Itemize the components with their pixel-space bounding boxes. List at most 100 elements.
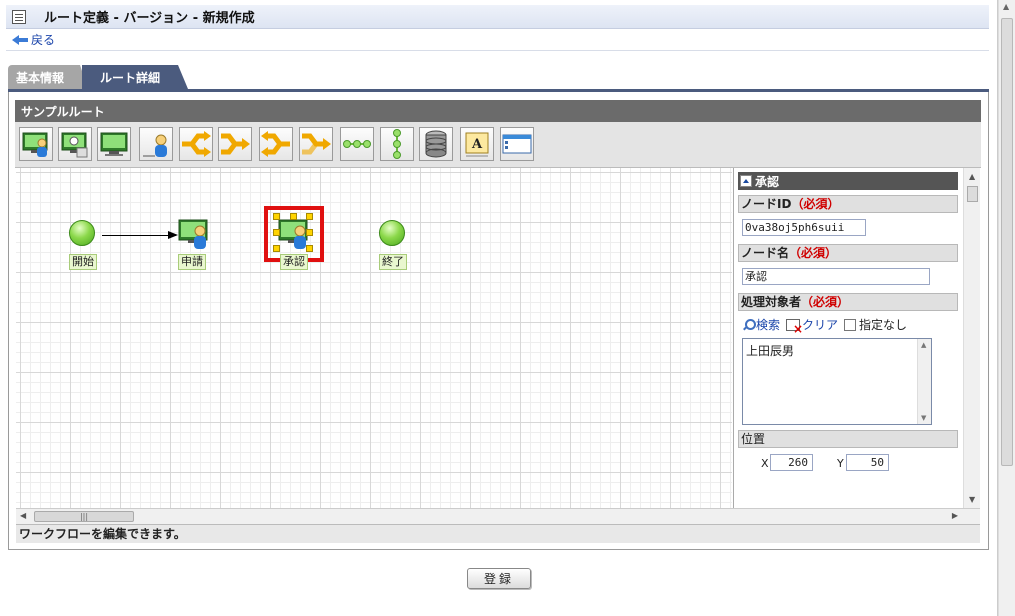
split-branch-tool[interactable] bbox=[179, 127, 213, 161]
database-tool[interactable] bbox=[419, 127, 453, 161]
position-heading: 位置 bbox=[738, 430, 958, 448]
node-name-label: ノード名 bbox=[741, 246, 790, 260]
node-id-label: ノードID bbox=[741, 197, 792, 211]
canvas-horizontal-scrollbar[interactable]: ◀ ||| ▶ bbox=[16, 508, 980, 524]
person-tool[interactable] bbox=[139, 127, 173, 161]
resize-handle[interactable] bbox=[290, 213, 297, 220]
end-node-icon[interactable] bbox=[379, 220, 405, 246]
form-window-tool[interactable] bbox=[500, 127, 534, 161]
x-position-field[interactable]: 260 bbox=[770, 454, 813, 471]
panel-scroll-thumb[interactable] bbox=[967, 186, 978, 202]
clear-icon bbox=[786, 318, 803, 336]
svg-text:A: A bbox=[471, 137, 483, 152]
resize-handle[interactable] bbox=[306, 245, 313, 252]
textarea-scrollbar[interactable]: ▲ ▼ bbox=[917, 339, 931, 424]
property-panel: 承認 ノードID（必須） 0va38oj5ph6suii ノード名（必須） 承認… bbox=[733, 168, 963, 508]
scroll-up-arrow-icon[interactable]: ▲ bbox=[921, 341, 926, 349]
tab-route-detail[interactable]: ルート詳細 bbox=[82, 65, 189, 89]
end-node-label: 終了 bbox=[379, 254, 407, 270]
form-window-icon bbox=[502, 134, 532, 154]
split-branch-icon bbox=[182, 131, 211, 157]
apply-node-label: 申請 bbox=[178, 254, 206, 270]
page-document-icon bbox=[12, 9, 26, 24]
status-message: ワークフローを編集できます。 bbox=[16, 524, 980, 543]
page-title: ルート定義 - バージョン - 新規作成 bbox=[44, 11, 255, 26]
assignee-heading: 処理対象者（必須） bbox=[738, 293, 958, 311]
panel-title-bar[interactable]: 承認 bbox=[738, 172, 958, 190]
scroll-down-arrow-icon[interactable]: ▼ bbox=[969, 495, 975, 504]
x-label: X bbox=[761, 457, 769, 470]
required-mark: （必須） bbox=[789, 246, 838, 260]
scroll-up-arrow-icon[interactable]: ▲ bbox=[969, 172, 975, 181]
scroll-down-arrow-icon[interactable]: ▼ bbox=[921, 414, 926, 422]
node-id-field[interactable]: 0va38oj5ph6suii bbox=[742, 219, 866, 236]
resize-handle[interactable] bbox=[273, 213, 280, 220]
text-label-tool[interactable]: A bbox=[460, 127, 494, 161]
assignee-value: 上田辰男 bbox=[746, 344, 795, 358]
user-node-icon bbox=[22, 132, 48, 157]
y-position-field[interactable]: 50 bbox=[846, 454, 889, 471]
back-label: 戻る bbox=[31, 33, 56, 47]
page-vertical-scrollbar[interactable]: ▲ bbox=[998, 0, 1015, 616]
scroll-up-arrow-icon[interactable]: ▲ bbox=[1003, 2, 1009, 11]
clear-link[interactable]: クリア bbox=[786, 316, 839, 336]
unspecified-checkbox[interactable] bbox=[844, 318, 857, 331]
role-node-tool[interactable] bbox=[58, 127, 92, 161]
approve-node-label: 承認 bbox=[280, 254, 308, 270]
system-node-icon bbox=[100, 132, 128, 156]
split-merge-tool[interactable] bbox=[259, 127, 293, 161]
back-link[interactable]: 戻る bbox=[12, 31, 55, 48]
tab-basic-info[interactable]: 基本情報 bbox=[8, 65, 89, 89]
split-merge-icon bbox=[261, 131, 290, 157]
search-link[interactable]: 検索 bbox=[742, 316, 780, 333]
required-mark: （必須） bbox=[801, 295, 850, 309]
user-node-tool[interactable] bbox=[19, 127, 53, 161]
route-name-header: サンプルルート bbox=[15, 100, 981, 122]
title-bar: ルート定義 - バージョン - 新規作成 bbox=[6, 5, 989, 29]
start-node-label: 開始 bbox=[69, 254, 97, 270]
assignee-actions: 検索 クリア 指定なし bbox=[742, 316, 908, 336]
search-label: 検索 bbox=[756, 318, 781, 332]
tab-bar: 基本情報 ルート詳細 bbox=[8, 65, 189, 89]
path-vertical-icon bbox=[393, 129, 401, 159]
assignee-textarea[interactable]: 上田辰男 ▲ ▼ bbox=[742, 338, 932, 425]
resize-handle[interactable] bbox=[306, 229, 313, 236]
branch-right-icon bbox=[302, 133, 331, 155]
clear-label: クリア bbox=[802, 318, 839, 332]
required-mark: （必須） bbox=[791, 197, 840, 211]
resize-handle[interactable] bbox=[306, 213, 313, 220]
path-horizontal-icon bbox=[343, 140, 371, 148]
path-vertical-tool[interactable] bbox=[380, 127, 414, 161]
panel-title: 承認 bbox=[755, 174, 780, 189]
back-arrow-icon bbox=[12, 34, 28, 46]
unspecified-label: 指定なし bbox=[859, 318, 908, 332]
text-label-icon: A bbox=[465, 132, 489, 157]
start-node-icon[interactable] bbox=[69, 220, 95, 246]
assignee-label: 処理対象者 bbox=[741, 295, 802, 309]
collapse-icon[interactable] bbox=[740, 175, 752, 187]
path-horizontal-tool[interactable] bbox=[340, 127, 374, 161]
database-icon bbox=[425, 130, 447, 158]
resize-handle[interactable] bbox=[273, 245, 280, 252]
scroll-thumb[interactable] bbox=[1001, 18, 1013, 466]
scroll-left-arrow-icon[interactable]: ◀ bbox=[20, 511, 26, 520]
search-icon bbox=[742, 318, 756, 331]
role-node-icon bbox=[61, 132, 88, 158]
horizontal-scroll-thumb[interactable]: ||| bbox=[34, 511, 134, 522]
panel-vertical-scrollbar[interactable]: ▲ ▼ bbox=[963, 168, 980, 508]
resize-handle[interactable] bbox=[273, 229, 280, 236]
node-toolbar: A bbox=[15, 122, 981, 168]
scroll-right-arrow-icon[interactable]: ▶ bbox=[952, 511, 958, 520]
node-id-heading: ノードID（必須） bbox=[738, 195, 958, 213]
apply-node-icon[interactable] bbox=[178, 218, 210, 253]
header-divider bbox=[6, 50, 989, 51]
merge-branch-tool[interactable] bbox=[218, 127, 252, 161]
node-name-field[interactable]: 承認 bbox=[742, 268, 930, 285]
register-button[interactable]: 登録 bbox=[467, 568, 531, 589]
person-icon bbox=[143, 134, 167, 157]
node-name-heading: ノード名（必須） bbox=[738, 244, 958, 262]
system-node-tool[interactable] bbox=[97, 127, 131, 161]
flow-arrow[interactable] bbox=[102, 231, 178, 239]
branch-right-tool[interactable] bbox=[299, 127, 333, 161]
workflow-canvas[interactable]: 開始 申請 承認 終了 bbox=[16, 168, 732, 508]
